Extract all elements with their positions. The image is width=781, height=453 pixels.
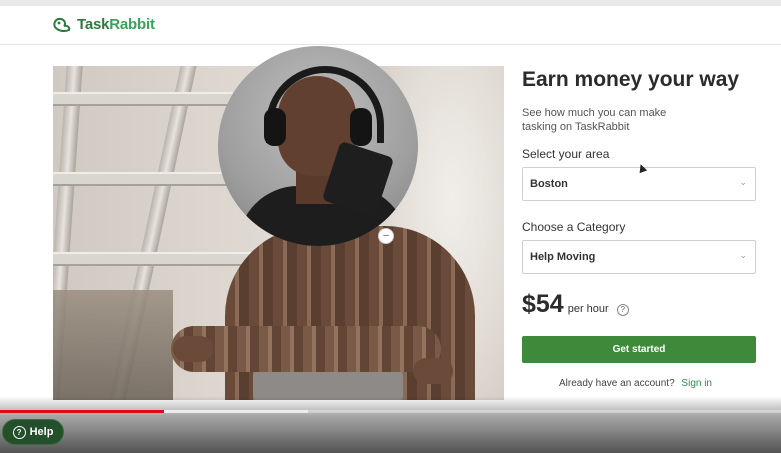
page-subtitle: See how much you can make tasking on Tas… bbox=[522, 107, 667, 133]
video-played-bar bbox=[0, 410, 164, 413]
get-started-button[interactable]: Get started bbox=[522, 336, 756, 363]
headphone-earcup bbox=[350, 108, 372, 146]
sign-in-link[interactable]: Sign in bbox=[681, 378, 712, 389]
price-value: $54 bbox=[522, 290, 564, 318]
area-select-value: Boston bbox=[530, 178, 568, 190]
page-title: Earn money your way bbox=[522, 68, 740, 91]
chevron-down-icon: ⌄ bbox=[739, 177, 747, 187]
video-progress-bar[interactable] bbox=[0, 410, 781, 413]
headphone-earcup bbox=[264, 108, 286, 146]
category-label: Choose a Category bbox=[522, 220, 626, 234]
ladder-rung bbox=[53, 92, 233, 106]
category-select[interactable]: Help Moving ⌄ bbox=[522, 240, 756, 274]
area-label: Select your area bbox=[522, 147, 610, 161]
site-header: TaskRabbit bbox=[0, 6, 781, 45]
shelf-background bbox=[53, 290, 173, 400]
price-estimate: $54 per hour ? bbox=[522, 290, 629, 319]
video-controls-shade bbox=[0, 396, 781, 453]
help-question-icon: ? bbox=[12, 425, 26, 439]
person-hand bbox=[173, 336, 213, 362]
ladder-rung bbox=[53, 252, 253, 266]
webcam-minimize-icon[interactable]: – bbox=[378, 228, 394, 244]
account-prompt-text: Already have an account? bbox=[559, 378, 675, 389]
help-button-label: Help bbox=[29, 426, 54, 438]
taskrabbit-logo-icon bbox=[53, 17, 71, 32]
webcam-overlay[interactable] bbox=[218, 46, 418, 246]
person-hand bbox=[413, 358, 453, 384]
taskrabbit-logo[interactable]: TaskRabbit bbox=[52, 15, 155, 33]
category-select-value: Help Moving bbox=[530, 251, 596, 263]
ladder-rung bbox=[53, 172, 243, 186]
signin-prompt: Already have an account? Sign in bbox=[559, 378, 712, 389]
logo-wordmark: TaskRabbit bbox=[77, 15, 155, 33]
help-question-icon[interactable]: ? bbox=[616, 304, 629, 316]
help-button[interactable]: ? Help bbox=[2, 419, 64, 445]
chevron-down-icon: ⌄ bbox=[739, 250, 747, 260]
price-unit: per hour bbox=[567, 303, 609, 315]
